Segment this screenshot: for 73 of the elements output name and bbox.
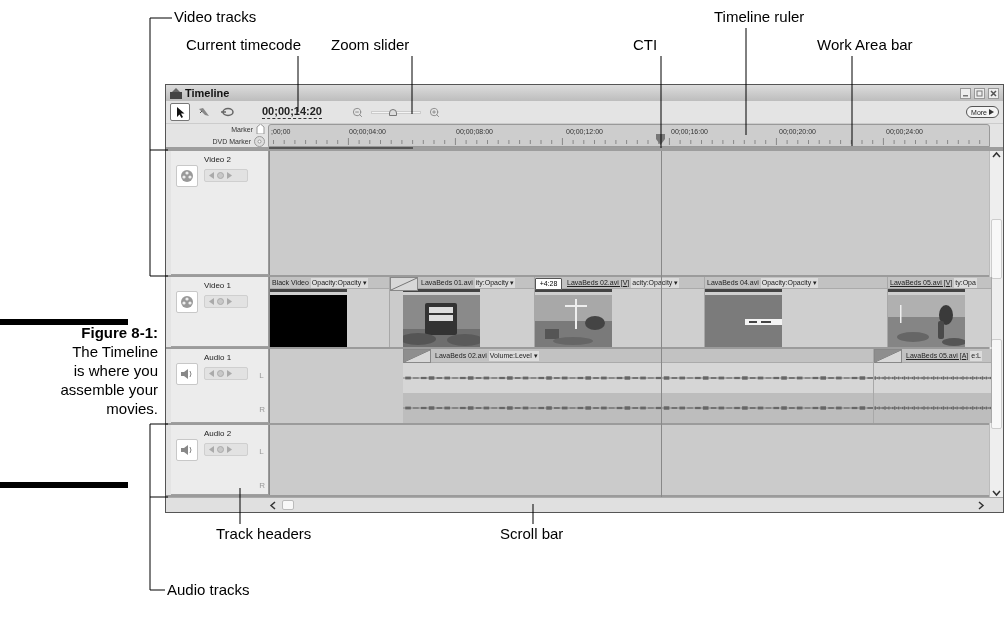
play-icon (989, 109, 994, 115)
channel-label: L (259, 371, 265, 381)
app-icon (170, 87, 182, 99)
track-name: Video 1 (204, 281, 232, 291)
keyframe-navigator[interactable] (204, 295, 248, 308)
disc-icon[interactable] (254, 136, 265, 147)
film-reel-icon (180, 295, 194, 309)
dot-icon (217, 172, 224, 179)
previous-icon (209, 370, 214, 377)
transition-icon[interactable] (403, 349, 431, 363)
callout-label: Current timecode (186, 36, 302, 54)
window-title: Timeline (185, 86, 230, 100)
next-icon (227, 446, 232, 453)
channel-label: L (259, 447, 265, 457)
scroll-up-icon[interactable] (992, 151, 1001, 159)
hand-icon (221, 107, 235, 117)
pointer-icon (175, 106, 185, 118)
scroll-down-icon[interactable] (992, 489, 1001, 497)
track-toggle-button[interactable] (176, 363, 198, 385)
keyframe-navigator[interactable] (204, 443, 248, 456)
keyframe-navigator[interactable] (204, 169, 248, 182)
speaker-icon (180, 444, 194, 456)
scroll-right-icon[interactable] (976, 500, 985, 510)
callout-label: Track headers (216, 525, 312, 543)
leader-line (532, 503, 534, 525)
film-reel-icon (180, 169, 194, 183)
scroll-thumb[interactable] (991, 219, 1002, 279)
scroll-left-icon[interactable] (269, 500, 278, 510)
marker-icon[interactable] (256, 124, 265, 134)
track-name: Video 2 (204, 155, 232, 165)
keyframe-navigator[interactable] (204, 367, 248, 380)
dot-icon (217, 298, 224, 305)
next-icon (227, 370, 232, 377)
leader-line (411, 55, 413, 115)
track-name: Audio 1 (204, 353, 233, 363)
timecode-field[interactable]: 00;00;14:20 (262, 105, 322, 119)
transition-icon[interactable] (390, 277, 418, 291)
scroll-thumb[interactable] (991, 339, 1002, 429)
razor-icon (198, 106, 210, 118)
figure-label: Figure 8-1: (81, 323, 158, 342)
minimize-icon[interactable] (960, 87, 971, 99)
speaker-icon (180, 368, 194, 380)
track-toggle-button[interactable] (176, 439, 198, 461)
figure-caption: The Timeline is where you assemble your movies. (59, 342, 158, 418)
leader-line (239, 487, 241, 525)
callout-label: Work Area bar (817, 36, 913, 54)
previous-icon (209, 298, 214, 305)
scroll-thumb[interactable] (282, 500, 294, 510)
previous-icon (209, 446, 214, 453)
tool-button[interactable] (170, 103, 190, 121)
callout-label: CTI (633, 36, 658, 54)
next-icon (227, 298, 232, 305)
close-icon[interactable] (988, 87, 999, 99)
dot-icon (217, 370, 224, 377)
callout-label: Video tracks (174, 8, 257, 26)
track-toggle-button[interactable] (176, 165, 198, 187)
track-toggle-button[interactable] (176, 291, 198, 313)
zoom-out-icon[interactable] (351, 106, 363, 118)
callout-label: Audio tracks (167, 581, 250, 599)
channel-label: R (259, 405, 265, 415)
horizontal-scrollbar[interactable] (166, 497, 1003, 512)
track-name: Audio 2 (204, 429, 233, 439)
zoom-in-icon[interactable] (428, 106, 440, 118)
dot-icon (217, 446, 224, 453)
previous-icon (209, 172, 214, 179)
callout-label: Zoom slider (331, 36, 410, 54)
next-icon (227, 172, 232, 179)
leader-line (297, 55, 299, 113)
cti-handle[interactable] (656, 134, 666, 145)
callout-label: Scroll bar (500, 525, 564, 543)
transition-icon[interactable] (874, 349, 902, 363)
callout-label: Timeline ruler (714, 8, 805, 26)
channel-label: R (259, 481, 265, 491)
